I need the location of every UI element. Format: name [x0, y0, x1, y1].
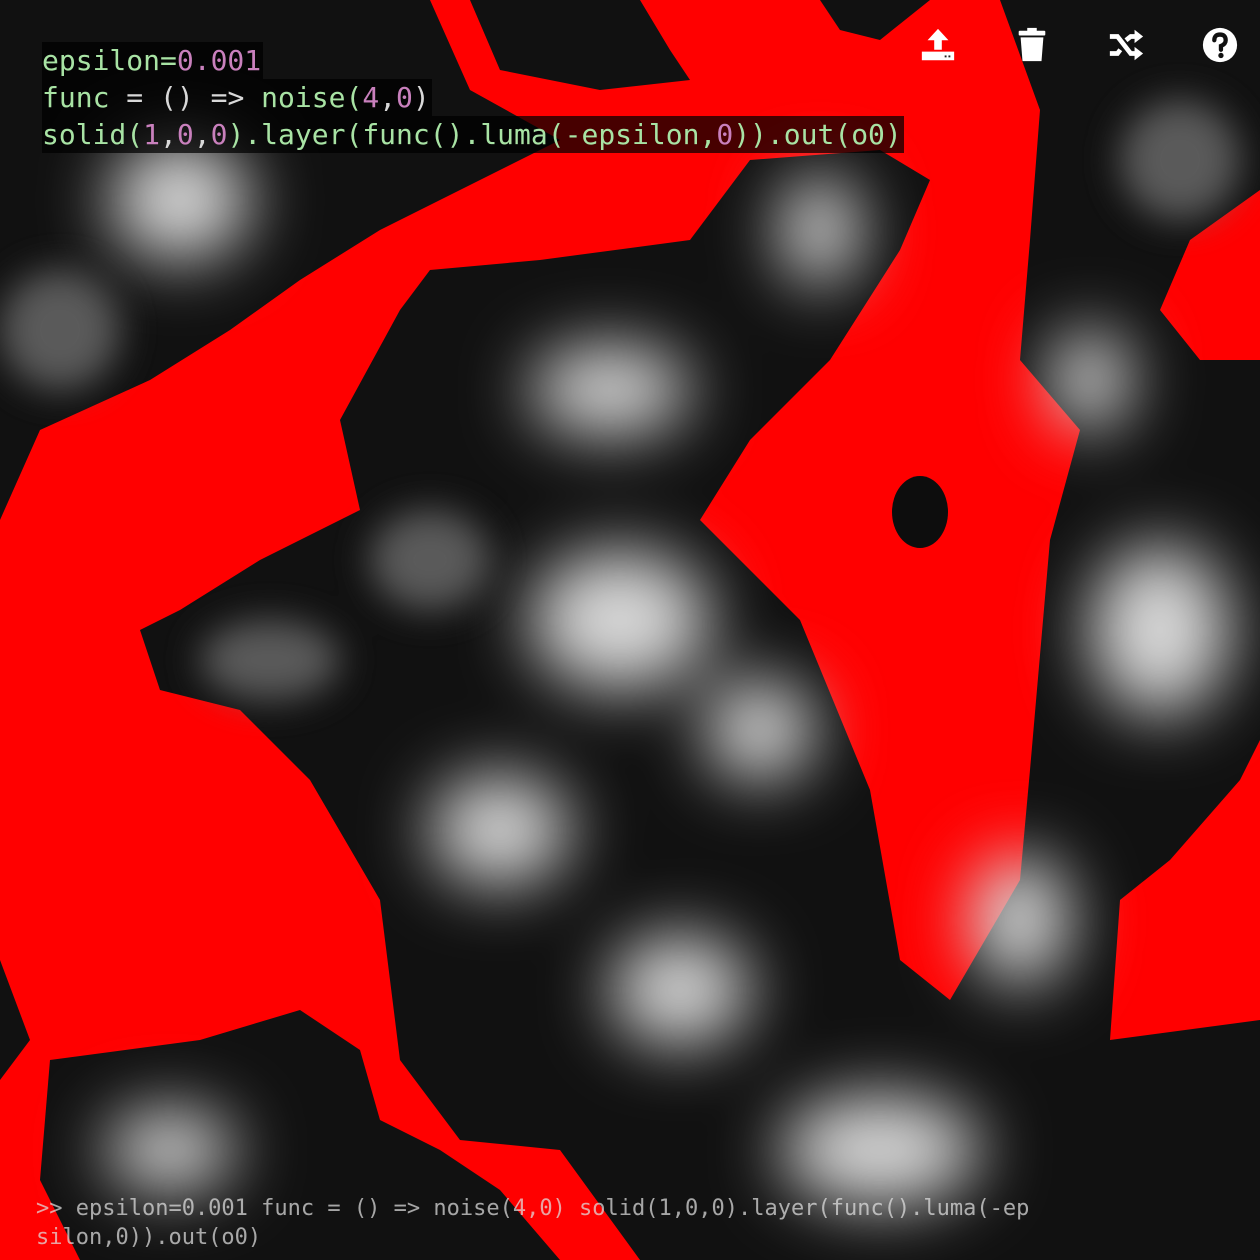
code-token: func	[42, 81, 127, 114]
code-token: epsilon=	[42, 44, 177, 77]
code-number-token: 0.001	[176, 44, 262, 77]
code-number-token: 0	[716, 118, 734, 151]
code-number-token: 4	[362, 81, 380, 114]
shuffle-icon	[1109, 29, 1144, 61]
code-token: ,	[379, 81, 397, 114]
code-number-token: 0	[396, 81, 413, 114]
code-token: ,	[193, 118, 211, 151]
shuffle-button[interactable]	[1106, 24, 1146, 66]
code-line[interactable]: epsilon=0.001	[42, 42, 264, 79]
upload-icon	[921, 28, 955, 61]
trash-icon	[1018, 27, 1046, 62]
code-token: = () =>	[126, 81, 245, 114]
code-editor[interactable]: epsilon=0.001 func = () => noise(4,0) soli…	[42, 42, 904, 153]
help-icon	[1202, 27, 1238, 63]
code-number-token: 0	[176, 118, 194, 151]
code-token: noise(	[244, 81, 363, 114]
console-output: >> epsilon=0.001 func = () => noise(4,0)…	[36, 1196, 1030, 1250]
code-line[interactable]: func = () => noise(4,0)	[42, 79, 432, 116]
code-token: solid(	[42, 118, 144, 151]
code-number-token: 0	[210, 118, 228, 151]
code-token: ,	[160, 118, 177, 151]
render-canvas[interactable]	[0, 0, 1260, 1260]
code-token: )).out(o0)	[733, 118, 902, 151]
code-token: ).layer(func().luma(-epsilon,	[227, 118, 717, 151]
code-token: )	[412, 81, 430, 114]
upload-button[interactable]	[918, 24, 958, 66]
code-line[interactable]: solid(1,0,0).layer(func().luma(-epsilon,…	[42, 116, 904, 153]
code-number-token: 1	[143, 118, 161, 151]
toolbar	[918, 24, 1240, 66]
clear-button[interactable]	[1012, 24, 1052, 66]
help-button[interactable]	[1200, 24, 1240, 66]
